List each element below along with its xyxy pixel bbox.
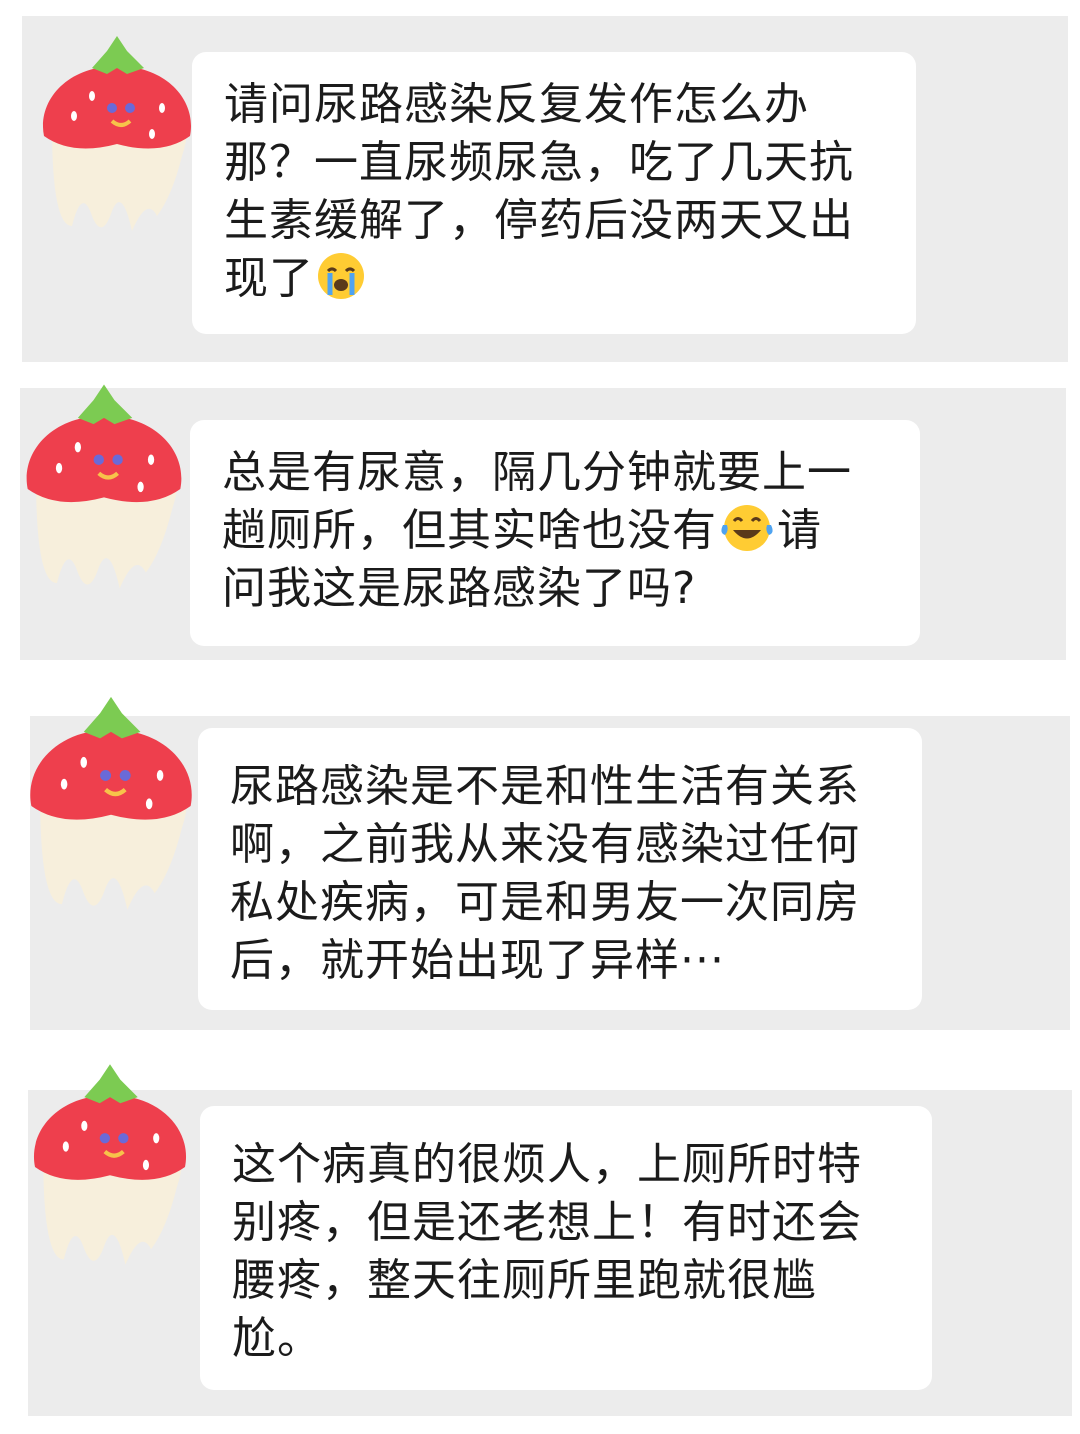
strawberry-avatar-icon bbox=[33, 1064, 187, 1265]
strawberry-avatar-icon bbox=[26, 384, 182, 589]
message-bubble: 请问尿路感染反复发作怎么办 那？一直尿频尿急，吃了几天抗 生素缓解了，停药后没两… bbox=[192, 52, 916, 334]
crying-face-emoji bbox=[318, 253, 364, 299]
message-card: 总是有尿意，隔几分钟就要上一 趟厕所，但其实啥也没有请 问我这是尿路感染了吗? bbox=[20, 384, 1066, 660]
tears-of-joy-emoji bbox=[721, 505, 773, 551]
strawberry-avatar-icon bbox=[30, 696, 192, 910]
message-bubble: 这个病真的很烦人，上厕所时特 别疼，但是还老想上！有时还会 腰疼，整天往厕所里跑… bbox=[200, 1106, 932, 1390]
message-card: 这个病真的很烦人，上厕所时特 别疼，但是还老想上！有时还会 腰疼，整天往厕所里跑… bbox=[28, 1064, 1072, 1416]
message-card: 尿路感染是不是和性生活有关系 啊，之前我从来没有感染过任何 私处疾病，可是和男友… bbox=[30, 696, 1070, 1030]
message-bubble: 总是有尿意，隔几分钟就要上一 趟厕所，但其实啥也没有请 问我这是尿路感染了吗? bbox=[190, 420, 920, 646]
message-bubble: 尿路感染是不是和性生活有关系 啊，之前我从来没有感染过任何 私处疾病，可是和男友… bbox=[198, 728, 922, 1010]
message-card: 请问尿路感染反复发作怎么办 那？一直尿频尿急，吃了几天抗 生素缓解了，停药后没两… bbox=[22, 16, 1068, 362]
strawberry-avatar-icon bbox=[42, 36, 192, 231]
